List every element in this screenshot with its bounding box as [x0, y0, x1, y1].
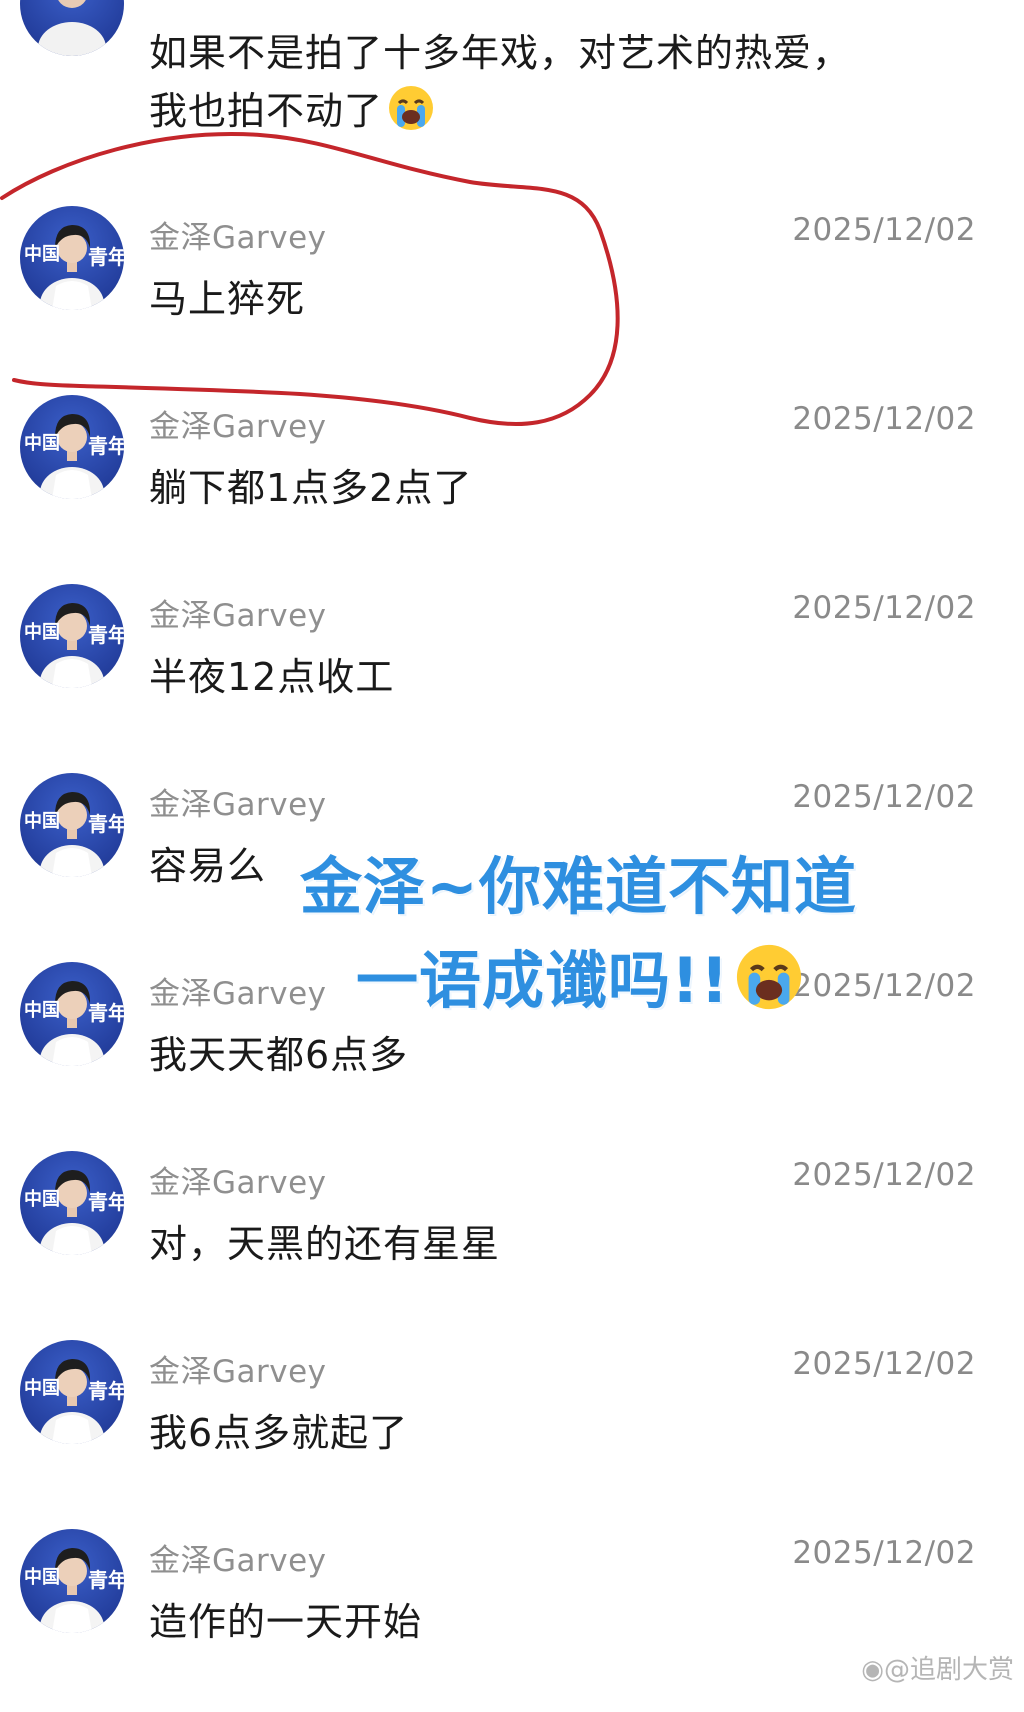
avatar[interactable]: 中国 青年 — [20, 1529, 124, 1633]
overlay-caption-line2: 一语成谶吗!! — [356, 930, 804, 1020]
avatar[interactable]: 中国 青年 — [20, 773, 124, 877]
comment-username[interactable]: 金泽Garvey — [149, 401, 327, 446]
comment-timestamp: 2025/12/02 — [792, 1535, 976, 1571]
comment-text: 我6点多就起了 — [149, 1411, 409, 1455]
overlay-caption-line1: 金泽~你难道不知道 — [300, 850, 857, 923]
svg-text:青年: 青年 — [88, 245, 124, 269]
svg-text:中国: 中国 — [24, 810, 60, 832]
comment-username[interactable]: 金泽Garvey — [149, 779, 327, 824]
comment-text: 马上猝死 — [149, 277, 306, 321]
comment-timestamp: 2025/12/02 — [792, 212, 976, 248]
comment-username[interactable]: 金泽Garvey — [149, 1346, 327, 1391]
comment-username[interactable]: 金泽Garvey — [149, 968, 327, 1013]
comment-text: 半夜12点收工 — [149, 655, 395, 699]
comment-text: 我天天都6点多 — [149, 1033, 409, 1077]
svg-text:青年: 青年 — [88, 1001, 124, 1025]
comment-username[interactable]: 金泽Garvey — [149, 212, 327, 257]
comment-timestamp: 2025/12/02 — [792, 1346, 976, 1382]
comment-item: 中国 青年 金泽Garvey 2025/12/02 我6点多就起了 — [0, 1334, 1024, 1523]
svg-text:中国: 中国 — [24, 1566, 60, 1588]
svg-text:中国: 中国 — [24, 1377, 60, 1399]
comment-text-line2: 我也拍不动了 — [149, 80, 435, 135]
comment-text: 对，天黑的还有星星 — [149, 1222, 501, 1266]
comment-username[interactable]: 金泽Garvey — [149, 1157, 327, 1202]
avatar[interactable]: 中国 青年 — [20, 206, 124, 310]
weibo-icon: ◉ — [861, 1655, 884, 1685]
comment-item: 中国 青年 金泽Garvey 2025/12/02 躺下都1点多2点了 — [0, 389, 1024, 578]
comment-timestamp: 2025/12/02 — [792, 779, 976, 815]
comment-timestamp: 2025/12/02 — [792, 401, 976, 437]
comment-timestamp: 2025/12/02 — [792, 1157, 976, 1193]
avatar[interactable] — [20, 0, 124, 56]
comment-text: 躺下都1点多2点了 — [149, 466, 473, 510]
svg-text:青年: 青年 — [88, 812, 124, 836]
comment-timestamp: 2025/12/02 — [792, 968, 976, 1004]
svg-text:青年: 青年 — [88, 1379, 124, 1403]
svg-text:中国: 中国 — [24, 243, 60, 265]
comment-partial: 如果不是拍了十多年戏，对艺术的热爱， 我也拍不动了 — [0, 0, 1024, 133]
comment-item: 中国 青年 金泽Garvey 2025/12/02 马上猝死 — [0, 200, 1024, 389]
comment-text-line1: 如果不是拍了十多年戏，对艺术的热爱， — [149, 31, 852, 75]
svg-text:中国: 中国 — [24, 621, 60, 643]
loudly-crying-face-icon — [389, 86, 434, 130]
comment-text: 容易么 — [149, 844, 267, 888]
watermark: ◉@追剧大赏 — [861, 1655, 1014, 1685]
loudly-crying-face-icon — [736, 944, 801, 1010]
svg-text:中国: 中国 — [24, 999, 60, 1021]
svg-text:青年: 青年 — [88, 434, 124, 458]
comment-item: 中国 青年 金泽Garvey 2025/12/02 对，天黑的还有星星 — [0, 1145, 1024, 1334]
comment-username[interactable]: 金泽Garvey — [149, 590, 327, 635]
svg-text:青年: 青年 — [88, 623, 124, 647]
comment-username[interactable]: 金泽Garvey — [149, 1535, 327, 1580]
avatar[interactable]: 中国 青年 — [20, 962, 124, 1066]
svg-text:青年: 青年 — [88, 1190, 124, 1214]
svg-text:青年: 青年 — [88, 1568, 124, 1592]
svg-text:中国: 中国 — [24, 1188, 60, 1210]
avatar[interactable]: 中国 青年 — [20, 1151, 124, 1255]
avatar[interactable]: 中国 青年 — [20, 584, 124, 688]
comment-text: 造作的一天开始 — [149, 1600, 423, 1644]
svg-text:中国: 中国 — [24, 432, 60, 454]
avatar[interactable]: 中国 青年 — [20, 1340, 124, 1444]
comment-timestamp: 2025/12/02 — [792, 590, 976, 626]
avatar[interactable]: 中国 青年 — [20, 395, 124, 499]
comment-item: 中国 青年 金泽Garvey 2025/12/02 半夜12点收工 — [0, 578, 1024, 767]
